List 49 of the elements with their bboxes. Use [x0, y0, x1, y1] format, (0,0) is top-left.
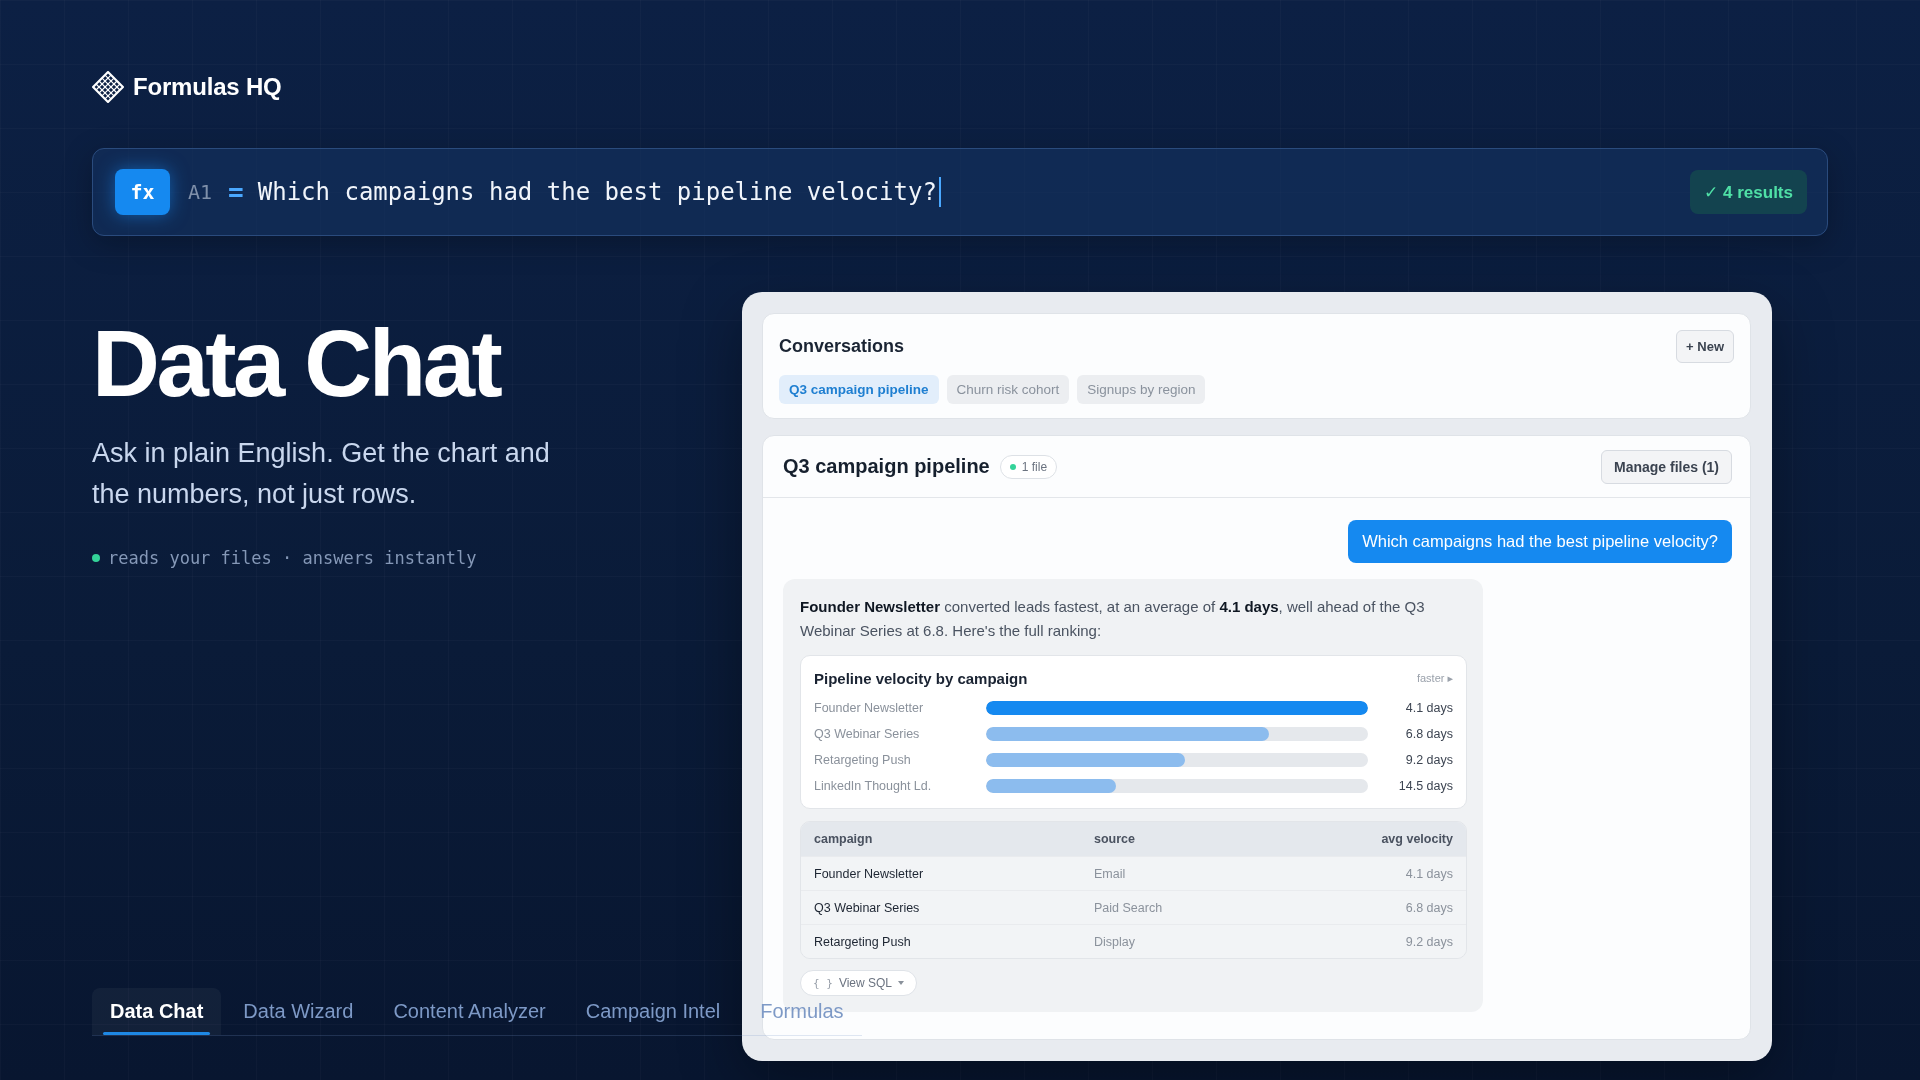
query-field[interactable]: Which campaigns had the best pipeline velocity?	[257, 178, 937, 206]
bar-value: 6.8 days	[1405, 727, 1453, 741]
nav-tab[interactable]: Data Wizard	[225, 988, 372, 1035]
brand-name: Formulas HQ	[133, 73, 282, 101]
nav-tab[interactable]: Data Chat	[92, 988, 222, 1035]
bar-label: LinkedIn Thought Ld.	[814, 779, 933, 793]
chat-title: Q3 campaign pipeline	[783, 455, 990, 478]
table-cell: 4.1 days	[1405, 866, 1453, 881]
table-cell-text: Display	[1094, 934, 1136, 949]
chart-hint: faster ▸	[1416, 671, 1453, 685]
table-header-cell-text: source	[1094, 832, 1136, 846]
nav-tab[interactable]: Content Analyzer	[375, 988, 564, 1035]
text-cursor	[938, 177, 941, 207]
table-cell-text: Founder Newsletter	[814, 866, 925, 881]
table-header-cell-text: campaign	[814, 832, 874, 846]
equals-sign: =	[228, 177, 244, 207]
diamond-grid-icon	[92, 71, 124, 103]
fx-button[interactable]: fx	[115, 169, 170, 215]
results-badge: ✓ 4 results	[1690, 170, 1807, 214]
bar-label: Founder Newsletter	[814, 701, 925, 715]
hero-title: Data Chat	[92, 317, 500, 411]
status-text: reads your files · answers instantly	[108, 548, 477, 568]
bar-label: Q3 Webinar Series	[814, 727, 921, 741]
status-dot-icon	[92, 554, 100, 562]
bar-value: 14.5 days	[1398, 779, 1453, 793]
cell-reference: A1	[188, 180, 213, 204]
chart-title: Pipeline velocity by campaign	[814, 669, 1028, 687]
bar-value: 9.2 days	[1405, 753, 1453, 767]
table-cell-text: Email	[1094, 866, 1127, 881]
bar-label: Retargeting Push	[814, 753, 912, 767]
user-message: Which campaigns had the best pipeline velocity?	[1348, 520, 1732, 563]
table-cell-text: Paid Search	[1094, 900, 1164, 915]
bar-value: 4.1 days	[1405, 701, 1453, 715]
table-cell: 6.8 days	[1405, 900, 1453, 915]
table-cell-text: Q3 Webinar Series	[814, 900, 921, 915]
message-text: Founder Newsletter converted leads fastest, at an average of 4.1 days, well ahead of the Q3 Webinar Series at 6.8. Here's the full ranking:	[800, 597, 1426, 641]
file-count-text: 1 file	[1021, 459, 1048, 474]
table-cell-text: Retargeting Push	[814, 934, 912, 949]
table-cell: 9.2 days	[1405, 934, 1453, 949]
nav-tab[interactable]: Campaign Intel	[567, 988, 739, 1035]
manage-files-button[interactable]: Manage files (1)	[1600, 449, 1732, 484]
status-dot-icon	[1009, 463, 1016, 470]
conversations-title: Conversations	[779, 336, 905, 357]
caret-icon	[898, 981, 904, 985]
view-sql-button[interactable]: { } View SQL	[800, 970, 917, 996]
conversation-tab[interactable]: Q3 campaign pipeline	[779, 375, 939, 404]
hero-subtitle: Ask in plain English. Get the chart and the numbers, not just rows.	[92, 437, 551, 511]
table-header-cell: avg velocity	[1381, 832, 1453, 846]
new-button[interactable]: + New	[1676, 330, 1734, 363]
